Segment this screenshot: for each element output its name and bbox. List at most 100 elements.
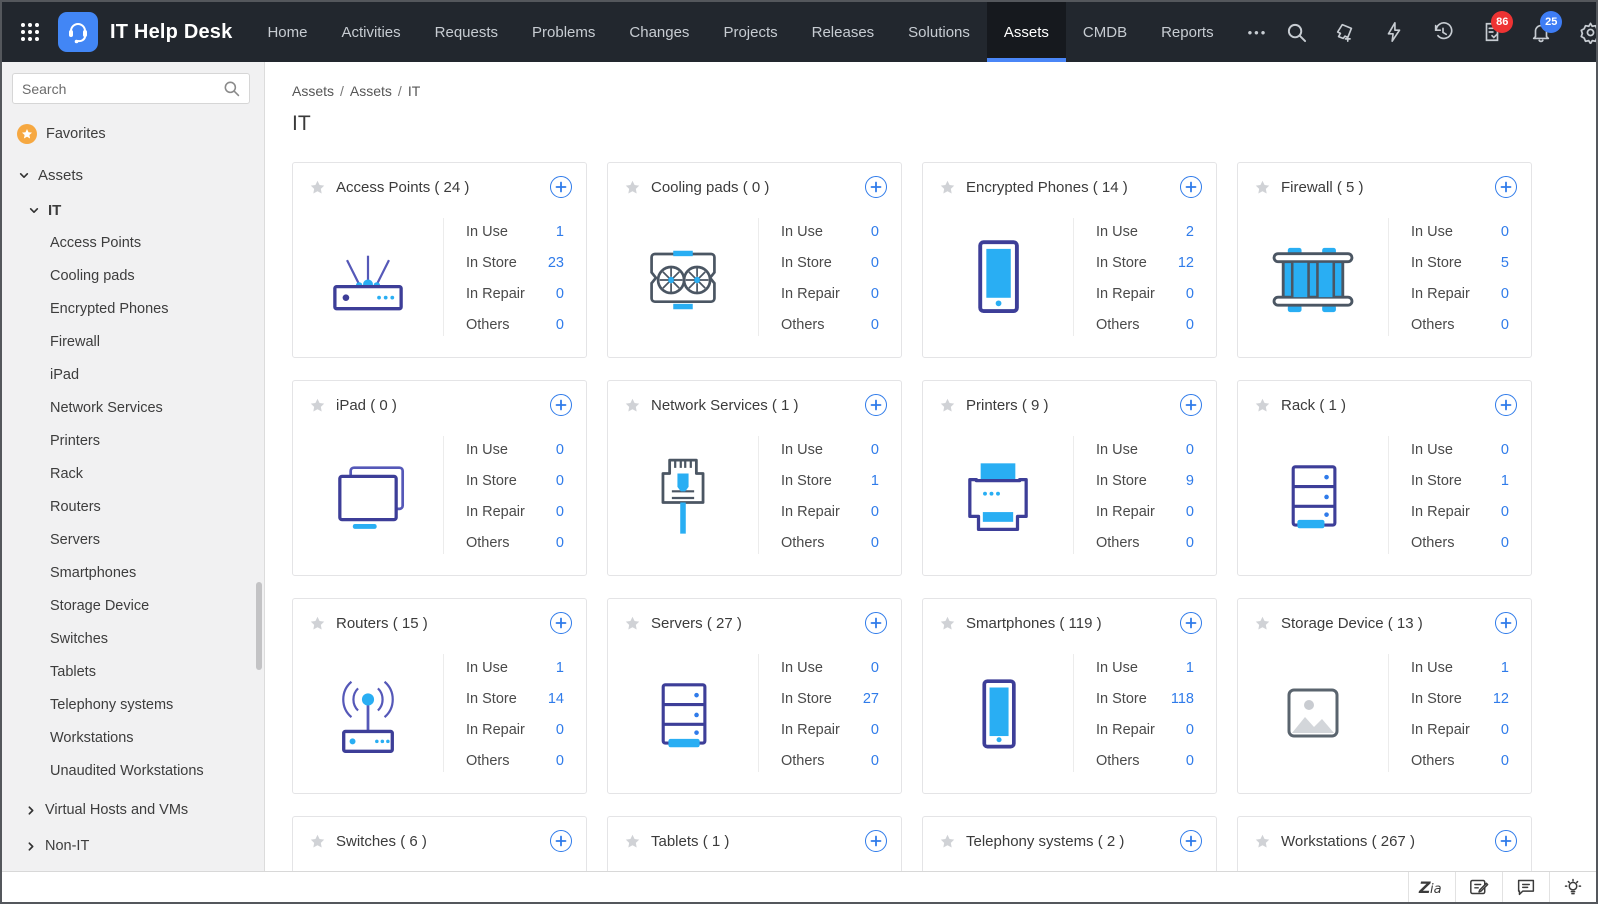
breadcrumb-it-2[interactable]: IT <box>408 83 420 99</box>
stat-value[interactable]: 0 <box>556 722 564 738</box>
asset-card-title[interactable]: Printers ( 9 ) <box>966 397 1049 414</box>
stat-value[interactable]: 0 <box>556 504 564 520</box>
add-asset-button[interactable] <box>1180 176 1202 198</box>
nav-item-reports[interactable]: Reports <box>1144 2 1231 62</box>
stat-value[interactable]: 1 <box>1186 660 1194 676</box>
sidebar-item-cooling-pads[interactable]: Cooling pads <box>2 260 264 293</box>
add-asset-button[interactable] <box>1180 830 1202 852</box>
sidebar-item-assets-root[interactable]: Assets <box>2 154 264 190</box>
add-asset-button[interactable] <box>865 830 887 852</box>
favorite-star-icon[interactable] <box>939 179 956 196</box>
add-asset-button[interactable] <box>1495 830 1517 852</box>
add-asset-button[interactable] <box>1495 176 1517 198</box>
asset-card-title[interactable]: Firewall ( 5 ) <box>1281 179 1364 196</box>
quick-add-icon[interactable] <box>1333 20 1357 44</box>
favorite-star-icon[interactable] <box>309 179 326 196</box>
chat-icon[interactable] <box>1502 872 1549 902</box>
add-asset-button[interactable] <box>1180 612 1202 634</box>
stat-value[interactable]: 0 <box>1186 753 1194 769</box>
breadcrumb-assets-0[interactable]: Assets <box>292 83 334 99</box>
sidebar-item-switches[interactable]: Switches <box>2 623 264 656</box>
favorite-star-icon[interactable] <box>1254 397 1271 414</box>
app-switcher-icon[interactable] <box>2 21 58 43</box>
asset-card-title[interactable]: Encrypted Phones ( 14 ) <box>966 179 1128 196</box>
asset-card-title[interactable]: Tablets ( 1 ) <box>651 833 729 850</box>
add-asset-button[interactable] <box>1495 394 1517 416</box>
stat-value[interactable]: 2 <box>1186 224 1194 240</box>
sidebar-search[interactable] <box>12 73 250 104</box>
asset-card-title[interactable]: Servers ( 27 ) <box>651 615 742 632</box>
sidebar-item-it-group[interactable]: IT <box>2 190 264 227</box>
add-asset-button[interactable] <box>865 176 887 198</box>
sidebar-item-routers[interactable]: Routers <box>2 491 264 524</box>
add-asset-button[interactable] <box>550 830 572 852</box>
stat-value[interactable]: 0 <box>1186 442 1194 458</box>
asset-card-title[interactable]: Cooling pads ( 0 ) <box>651 179 769 196</box>
nav-item-home[interactable]: Home <box>250 2 324 62</box>
approvals-icon[interactable]: 86 <box>1480 11 1514 44</box>
add-asset-button[interactable] <box>550 176 572 198</box>
sidebar-item-servers[interactable]: Servers <box>2 524 264 557</box>
sidebar-item-access-points[interactable]: Access Points <box>2 227 264 260</box>
nav-item-projects[interactable]: Projects <box>706 2 794 62</box>
favorite-star-icon[interactable] <box>624 179 641 196</box>
settings-icon[interactable] <box>1578 20 1596 44</box>
stat-value[interactable]: 23 <box>548 255 564 271</box>
stat-value[interactable]: 118 <box>1171 691 1194 707</box>
sidebar-item-workstations[interactable]: Workstations <box>2 722 264 755</box>
stat-value[interactable]: 0 <box>871 255 879 271</box>
add-asset-button[interactable] <box>550 612 572 634</box>
stat-value[interactable]: 0 <box>871 286 879 302</box>
favorite-star-icon[interactable] <box>1254 615 1271 632</box>
nav-item-cmdb[interactable]: CMDB <box>1066 2 1144 62</box>
stat-value[interactable]: 14 <box>548 691 564 707</box>
favorite-star-icon[interactable] <box>1254 179 1271 196</box>
asset-card-title[interactable]: Switches ( 6 ) <box>336 833 427 850</box>
stat-value[interactable]: 0 <box>1501 442 1509 458</box>
favorite-star-icon[interactable] <box>939 833 956 850</box>
stat-value[interactable]: 12 <box>1178 255 1194 271</box>
stat-value[interactable]: 0 <box>1186 535 1194 551</box>
asset-card-title[interactable]: Smartphones ( 119 ) <box>966 615 1102 632</box>
add-asset-button[interactable] <box>865 394 887 416</box>
stat-value[interactable]: 0 <box>871 317 879 333</box>
stat-value[interactable]: 1 <box>556 660 564 676</box>
stat-value[interactable]: 12 <box>1493 691 1509 707</box>
stat-value[interactable]: 5 <box>1501 255 1509 271</box>
app-logo-icon[interactable] <box>58 12 98 52</box>
stat-value[interactable]: 0 <box>1186 722 1194 738</box>
history-icon[interactable] <box>1431 20 1455 44</box>
nav-item-requests[interactable]: Requests <box>418 2 515 62</box>
add-asset-button[interactable] <box>1180 394 1202 416</box>
nav-item-releases[interactable]: Releases <box>795 2 892 62</box>
nav-item-assets[interactable]: Assets <box>986 2 1066 62</box>
stat-value[interactable]: 0 <box>556 753 564 769</box>
stat-value[interactable]: 0 <box>871 660 879 676</box>
sidebar-item-firewall[interactable]: Firewall <box>2 326 264 359</box>
sidebar-item-encrypted-phones[interactable]: Encrypted Phones <box>2 293 264 326</box>
sidebar-scrollbar[interactable] <box>256 582 262 670</box>
feedback-icon[interactable] <box>1455 872 1502 902</box>
stat-value[interactable]: 0 <box>1186 317 1194 333</box>
stat-value[interactable]: 0 <box>1186 504 1194 520</box>
search-input[interactable] <box>22 80 223 97</box>
asset-card-title[interactable]: Workstations ( 267 ) <box>1281 833 1415 850</box>
stat-value[interactable]: 0 <box>871 504 879 520</box>
asset-card-title[interactable]: iPad ( 0 ) <box>336 397 397 414</box>
sidebar-item-virtual-hosts-and-vms[interactable]: Virtual Hosts and VMs <box>2 792 264 828</box>
asset-card-title[interactable]: Access Points ( 24 ) <box>336 179 469 196</box>
stat-value[interactable]: 0 <box>1501 753 1509 769</box>
add-asset-button[interactable] <box>865 612 887 634</box>
stat-value[interactable]: 27 <box>863 691 879 707</box>
stat-value[interactable]: 0 <box>871 442 879 458</box>
nav-item-solutions[interactable]: Solutions <box>891 2 987 62</box>
stat-value[interactable]: 0 <box>1501 317 1509 333</box>
sidebar-item-non-it[interactable]: Non-IT <box>2 828 264 864</box>
sidebar-item-favorites[interactable]: Favorites <box>2 110 264 154</box>
stat-value[interactable]: 0 <box>556 317 564 333</box>
favorite-star-icon[interactable] <box>624 397 641 414</box>
stat-value[interactable]: 1 <box>871 473 879 489</box>
stat-value[interactable]: 0 <box>1501 286 1509 302</box>
notifications-icon[interactable]: 25 <box>1529 11 1563 44</box>
stat-value[interactable]: 0 <box>1501 224 1509 240</box>
